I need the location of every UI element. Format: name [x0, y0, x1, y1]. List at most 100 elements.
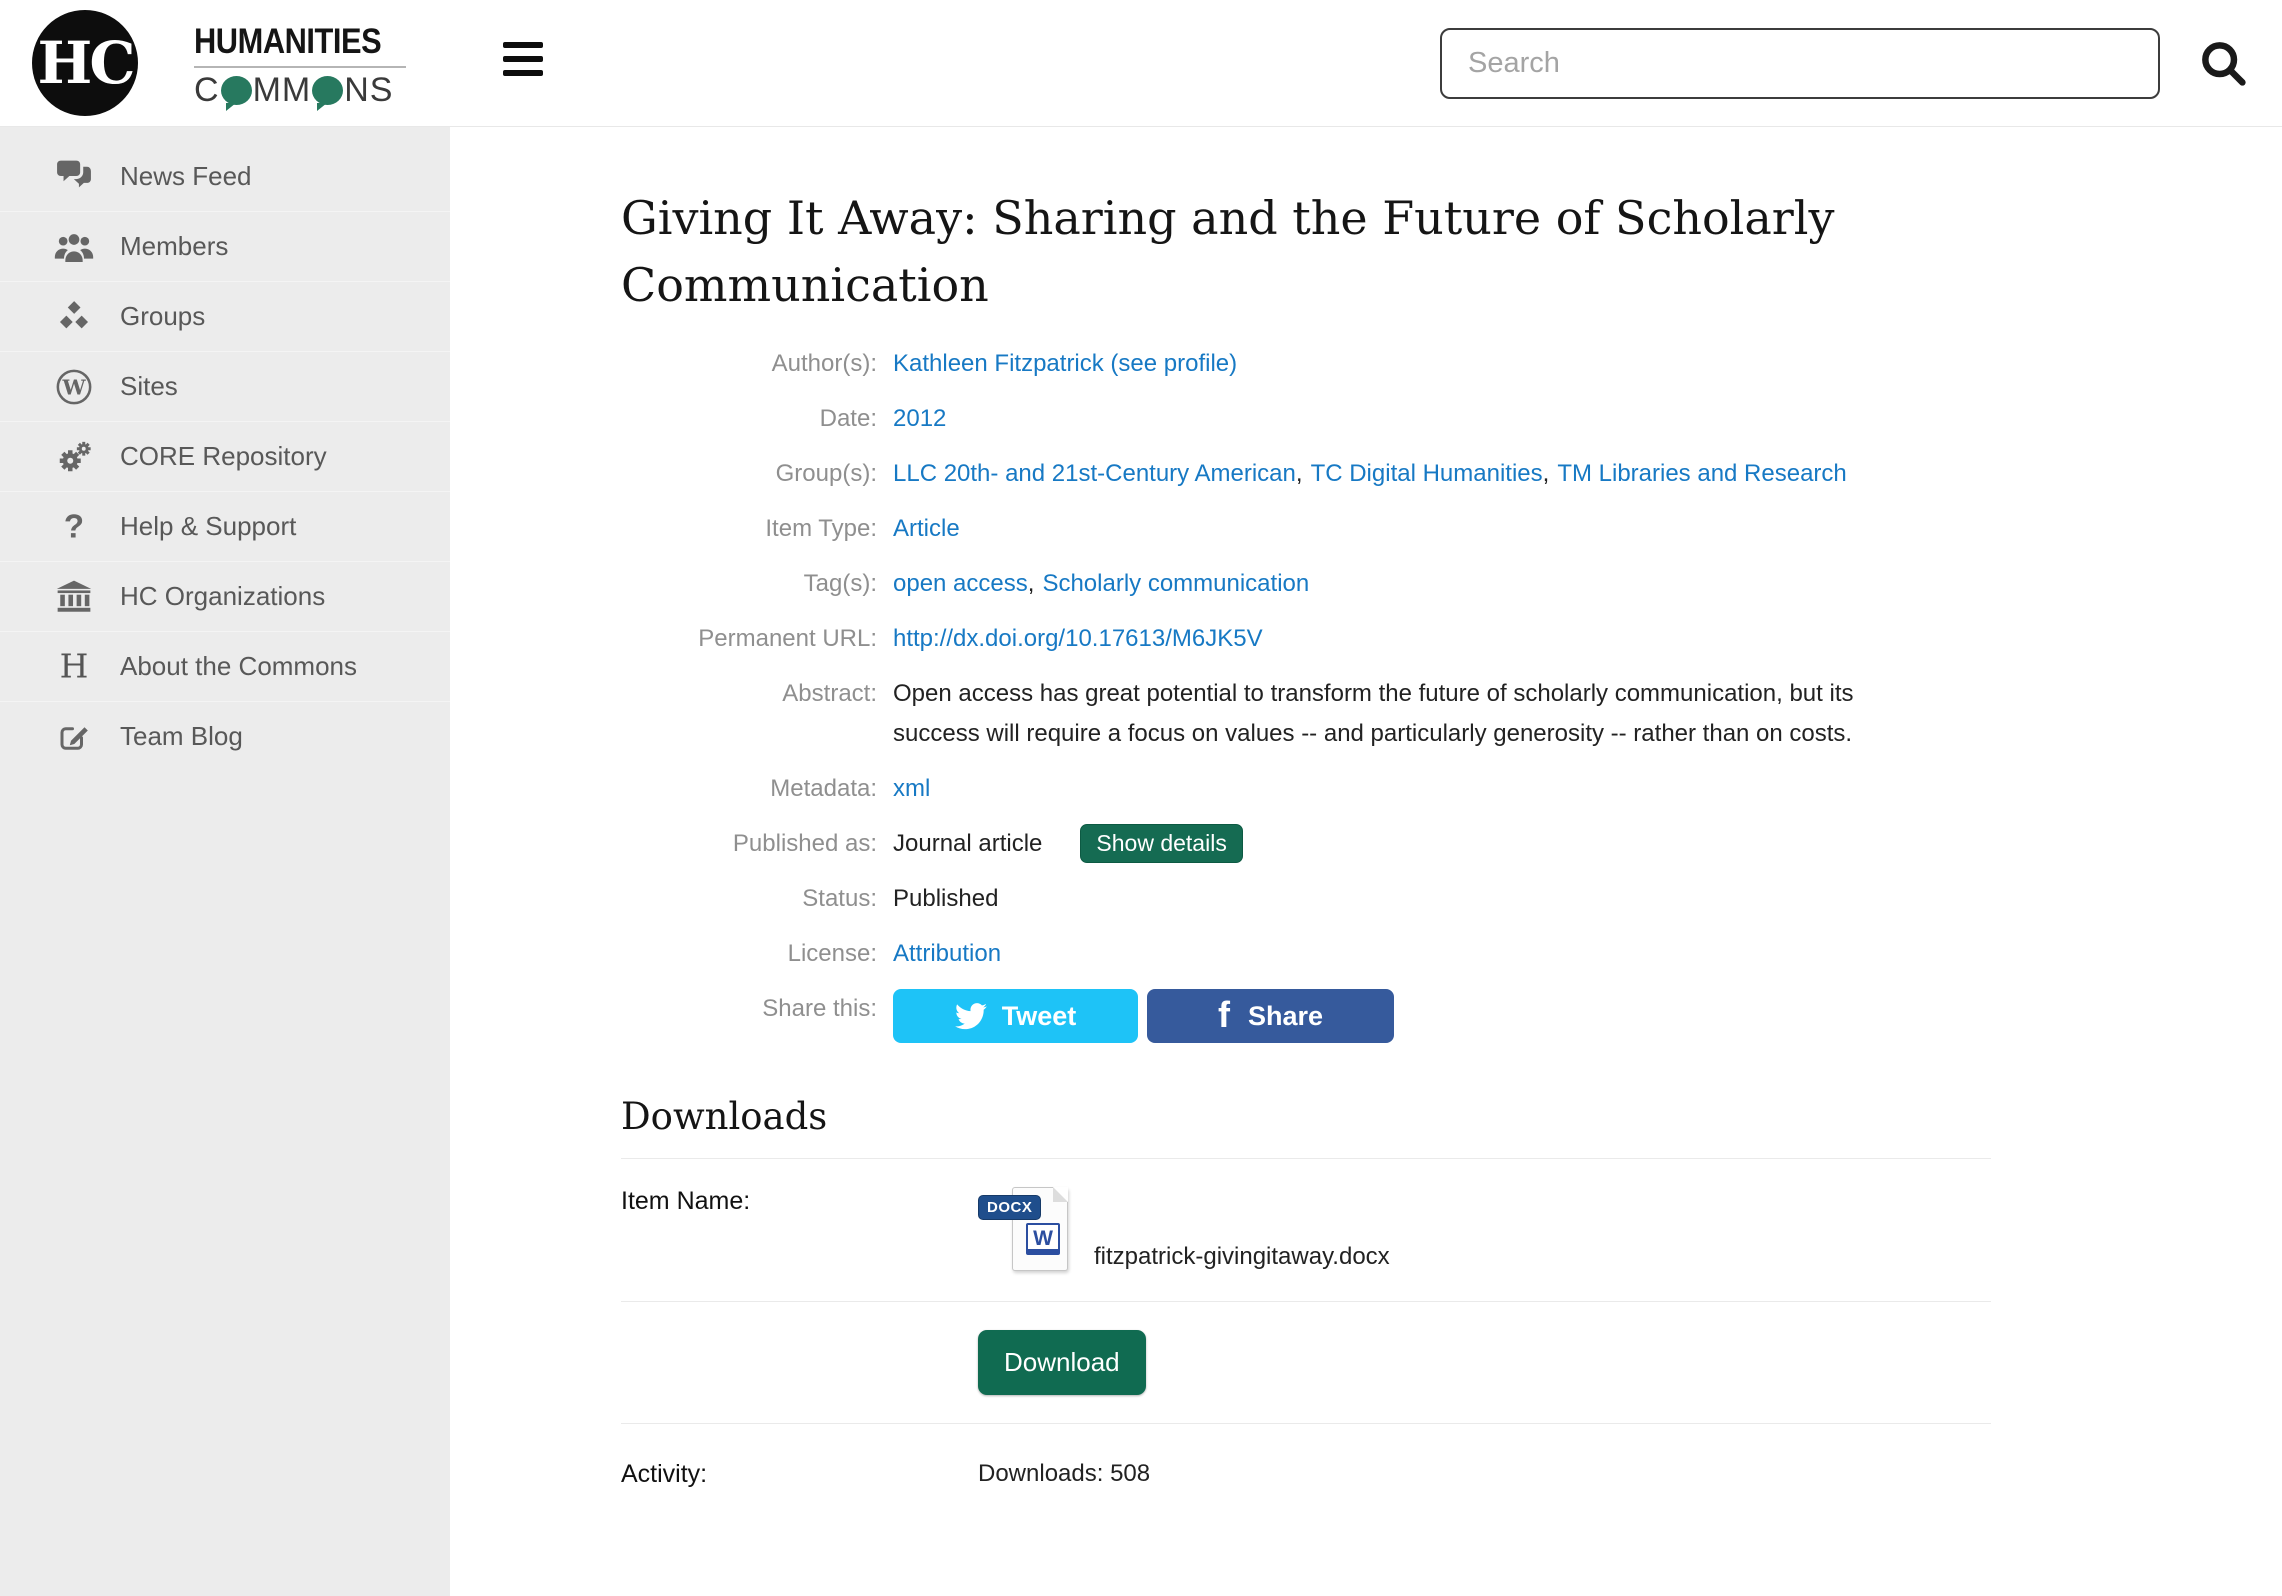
logo-humanities-text: HUMANITIES	[194, 22, 396, 62]
field-share-this: Share this: Tweet f Share	[621, 989, 2282, 1043]
field-abstract: Abstract: Open access has great potentia…	[621, 674, 2282, 754]
top-header: HC HUMANITIES , CMMNS	[0, 0, 2282, 127]
field-label: Abstract:	[621, 674, 893, 754]
status-value: Published	[893, 879, 998, 919]
svg-text:W: W	[61, 375, 86, 399]
docx-badge: DOCX	[978, 1195, 1041, 1220]
logo-commons-mm: MM	[253, 71, 312, 110]
sidebar-item-label: Sites	[120, 371, 178, 402]
sidebar-item-news-feed[interactable]: News Feed	[0, 141, 450, 211]
word-file-glyph: W	[1026, 1223, 1060, 1255]
share-button-label: Share	[1248, 1001, 1323, 1032]
downloads-heading: Downloads	[621, 1095, 1991, 1138]
field-label: Published as:	[621, 824, 893, 864]
sidebar-item-label: News Feed	[120, 161, 252, 192]
field-label: Item Type:	[621, 509, 893, 549]
facebook-share-button[interactable]: f Share	[1147, 989, 1394, 1043]
field-author: Author(s): Kathleen Fitzpatrick (see pro…	[621, 344, 2282, 384]
item-name-row: Item Name: W DOCX fitzpatrick-givingitaw…	[621, 1159, 1991, 1302]
group-link[interactable]: LLC 20th- and 21st-Century American	[893, 460, 1296, 487]
show-details-button[interactable]: Show details	[1080, 824, 1242, 863]
sidebar-item-groups[interactable]: Groups	[0, 281, 450, 351]
tag-link[interactable]: open access	[893, 570, 1028, 597]
main-content: Giving It Away: Sharing and the Future o…	[450, 127, 2282, 1596]
group-link[interactable]: TC Digital Humanities	[1311, 460, 1543, 487]
sidebar-item-label: Groups	[120, 301, 205, 332]
logo-commons-ns: NS	[344, 71, 393, 110]
hc-logo-icon[interactable]: HC	[32, 10, 138, 116]
sidebar-item-members[interactable]: Members	[0, 211, 450, 281]
sidebar-item-label: About the Commons	[120, 651, 357, 682]
search-icon[interactable]	[2198, 38, 2250, 90]
separator: ,	[1543, 460, 1550, 487]
field-label: Status:	[621, 879, 893, 919]
field-metadata: Metadata: xml	[621, 769, 2282, 809]
file-name: fitzpatrick-givingitaway.docx	[1094, 1243, 1390, 1273]
date-link[interactable]: 2012	[893, 405, 946, 432]
page-title: Giving It Away: Sharing and the Future o…	[621, 185, 1911, 318]
field-item-type: Item Type: Article	[621, 509, 2282, 549]
sidebar-nav: News Feed Members Groups W	[0, 127, 450, 1596]
field-label: Tag(s):	[621, 564, 893, 604]
sidebar-item-help-support[interactable]: ? Help & Support	[0, 491, 450, 561]
activity-label: Activity:	[621, 1460, 978, 1489]
tweet-button-label: Tweet	[1002, 1001, 1077, 1032]
activity-row: Activity: Downloads: 508	[621, 1424, 1991, 1517]
logo-commons-c: C	[194, 71, 220, 110]
comments-icon	[42, 159, 106, 193]
docx-file-icon[interactable]: W DOCX	[978, 1187, 1078, 1273]
metadata-xml-link[interactable]: xml	[893, 775, 930, 802]
download-button[interactable]: Download	[978, 1330, 1146, 1395]
h-letter-icon: H	[42, 649, 106, 685]
field-label: Permanent URL:	[621, 619, 893, 659]
field-label: Share this:	[621, 989, 893, 1043]
search-input[interactable]	[1440, 28, 2160, 99]
group-link[interactable]: TM Libraries and Research	[1557, 460, 1846, 487]
cubes-icon	[42, 299, 106, 335]
tweet-button[interactable]: Tweet	[893, 989, 1138, 1043]
tag-link[interactable]: Scholarly communication	[1042, 570, 1309, 597]
field-published-as: Published as: Journal articleShow detail…	[621, 824, 2282, 864]
bank-icon	[42, 579, 106, 615]
field-tags: Tag(s): open access, Scholarly communicat…	[621, 564, 2282, 604]
menu-hamburger-icon[interactable]	[503, 42, 545, 76]
field-label: Metadata:	[621, 769, 893, 809]
humanities-commons-logo[interactable]: HUMANITIES , CMMNS	[194, 22, 424, 110]
field-groups: Group(s): LLC 20th- and 21st-Century Ame…	[621, 454, 2282, 494]
sidebar-item-team-blog[interactable]: Team Blog	[0, 701, 450, 771]
sidebar-item-label: Team Blog	[120, 721, 243, 752]
field-label: Date:	[621, 399, 893, 439]
item-type-link[interactable]: Article	[893, 515, 960, 542]
question-icon: ?	[42, 509, 106, 545]
sidebar-item-sites[interactable]: W Sites	[0, 351, 450, 421]
separator: ,	[1296, 460, 1303, 487]
sidebar-item-label: HC Organizations	[120, 581, 325, 612]
downloads-section: Downloads Item Name: W DOCX fitzpatrick-…	[621, 1095, 1991, 1517]
activity-value: Downloads: 508	[978, 1460, 1150, 1489]
sidebar-item-hc-organizations[interactable]: HC Organizations	[0, 561, 450, 631]
field-label: Author(s):	[621, 344, 893, 384]
author-link[interactable]: Kathleen Fitzpatrick (see profile)	[893, 350, 1237, 377]
downloads-table: Item Name: W DOCX fitzpatrick-givingitaw…	[621, 1158, 1991, 1517]
svg-text:?: ?	[64, 509, 84, 545]
sidebar-item-core-repository[interactable]: CORE Repository	[0, 421, 450, 491]
permanent-url-link[interactable]: http://dx.doi.org/10.17613/M6JK5V	[893, 625, 1263, 652]
edit-icon	[42, 719, 106, 755]
sidebar-item-about-the-commons[interactable]: H About the Commons	[0, 631, 450, 701]
field-label: License:	[621, 934, 893, 974]
separator: ,	[1028, 570, 1035, 597]
speech-bubble-icon	[221, 76, 252, 105]
speech-bubble-icon	[312, 76, 343, 105]
field-label: Group(s):	[621, 454, 893, 494]
sidebar-item-label: Help & Support	[120, 511, 296, 542]
license-link[interactable]: Attribution	[893, 940, 1001, 967]
abstract-text: Open access has great potential to trans…	[893, 674, 1893, 754]
item-name-label: Item Name:	[621, 1187, 978, 1273]
facebook-icon: f	[1218, 997, 1230, 1033]
download-row: Download	[621, 1302, 1991, 1424]
field-status: Status: Published	[621, 879, 2282, 919]
field-license: License: Attribution	[621, 934, 2282, 974]
gears-icon	[42, 439, 106, 475]
field-permanent-url: Permanent URL: http://dx.doi.org/10.1761…	[621, 619, 2282, 659]
logo-divider	[194, 66, 406, 68]
